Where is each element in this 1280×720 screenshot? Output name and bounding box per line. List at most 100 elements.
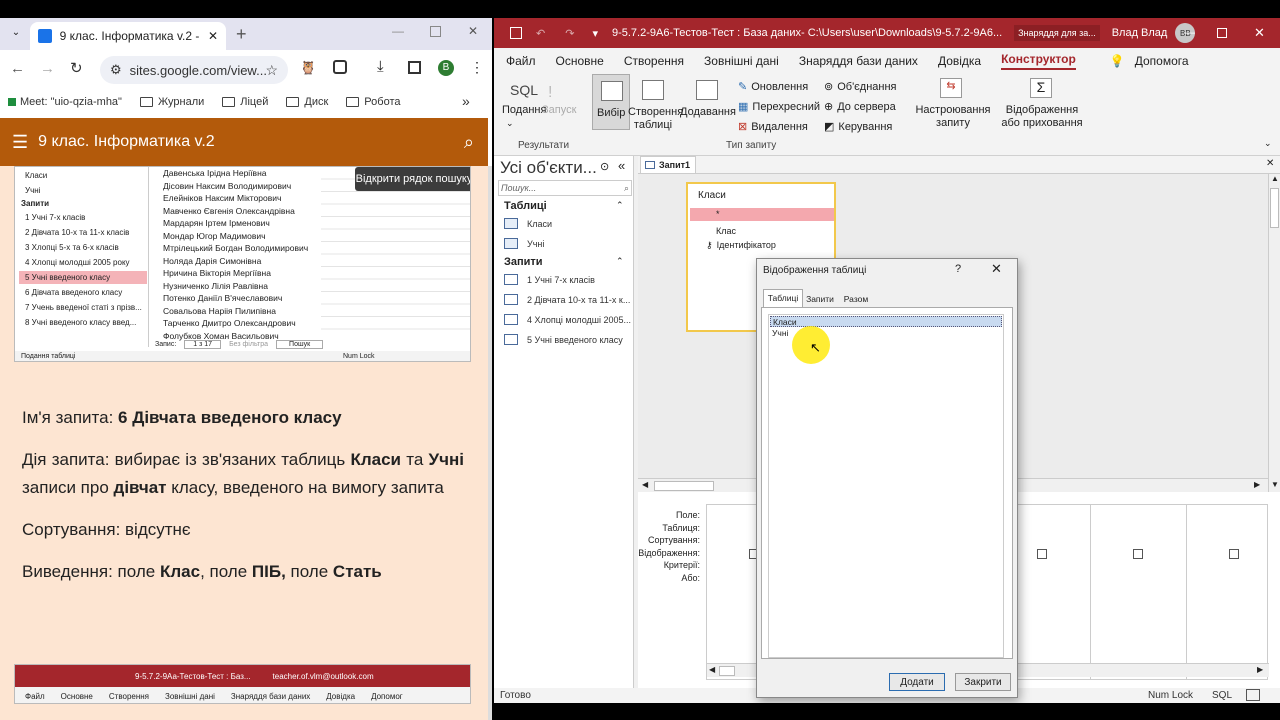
data-definition-button[interactable]: ◩ Керування (824, 120, 892, 134)
table-list-item[interactable]: Учні (772, 328, 788, 338)
union-button[interactable]: ⊚ Об'єднання (824, 80, 897, 94)
bookmark-folder[interactable]: Робота (346, 96, 400, 108)
hamburger-icon[interactable]: ☰ (12, 132, 28, 153)
crosstab-button[interactable]: ▦ Перехресний (738, 100, 820, 114)
collapse-ribbon-icon[interactable]: ⌄ (1264, 138, 1272, 149)
qat-dropdown-icon[interactable]: ▾ (592, 27, 598, 40)
tab-both[interactable]: Разом (839, 291, 873, 307)
select-button[interactable]: Вибір (592, 74, 630, 130)
scroll-left-icon[interactable]: ◀ (709, 665, 715, 674)
close-icon[interactable]: ✕ (1254, 25, 1265, 41)
minimize-icon[interactable]: — (392, 24, 404, 38)
view-dropdown-icon[interactable]: ⌄ (506, 118, 514, 129)
extension-owl-icon[interactable]: 🦉 (300, 60, 316, 76)
user-name[interactable]: Влад Влад (1112, 27, 1168, 39)
tab-help[interactable]: Довідка (938, 54, 981, 68)
nav-query-item[interactable]: 1 Учні 7-х класів (504, 274, 595, 285)
omnibox[interactable]: ⚙ sites.google.com/view... ☆ (100, 56, 288, 84)
make-table-button[interactable]: Створення таблиці (628, 74, 683, 131)
close-button[interactable]: Закрити (955, 673, 1011, 691)
scroll-thumb[interactable] (654, 481, 714, 491)
close-icon[interactable]: ✕ (468, 24, 478, 38)
append-button[interactable]: Додавання (680, 74, 736, 130)
show-checkbox[interactable] (1133, 549, 1143, 559)
minimize-icon[interactable]: — (1184, 27, 1195, 39)
collapse-queries-icon[interactable]: ⌃ (616, 256, 624, 267)
bookmark-meet[interactable]: Meet: "uio-qzia-mha" (8, 96, 122, 108)
nav-query-item[interactable]: 5 Учні введеного класу (504, 334, 623, 345)
collapse-nav-icon[interactable]: « (618, 158, 625, 173)
site-info-icon[interactable]: ⚙ (110, 62, 122, 78)
update-button[interactable]: ✎ Оновлення (738, 80, 808, 94)
dialog-close-icon[interactable]: ✕ (991, 261, 1002, 277)
queries-header[interactable]: Запити (504, 256, 543, 268)
tab-design[interactable]: Конструктор (1001, 52, 1076, 70)
scroll-down-icon[interactable]: ▼ (1271, 480, 1279, 489)
bookmark-folder[interactable]: Ліцей (222, 96, 268, 108)
page-scrollbar[interactable] (488, 166, 492, 720)
tables-header[interactable]: Таблиці (504, 200, 547, 212)
table-list-item-selected[interactable]: Класи (770, 316, 1002, 327)
field-klas[interactable]: Клас (716, 226, 736, 236)
maximize-icon[interactable] (1217, 28, 1227, 38)
search-icon[interactable]: ⌕ (464, 132, 474, 153)
tab-home[interactable]: Основне (556, 54, 604, 68)
nav-query-item[interactable]: 4 Хлопці молодші 2005... (504, 314, 631, 325)
bookmark-folder[interactable]: Журнали (139, 96, 204, 108)
run-button[interactable]: Запуск (542, 104, 576, 116)
nav-table-item[interactable]: Класи (504, 218, 552, 229)
field-all[interactable]: * (690, 208, 834, 221)
doc-tab-query1[interactable]: Запит1 (640, 156, 696, 174)
profile-avatar[interactable]: B (438, 60, 454, 76)
tab-dbtools[interactable]: Знаряддя бази даних (799, 54, 918, 68)
field-id[interactable]: ⚷ Ідентифікатор (706, 240, 776, 251)
nav-table-item[interactable]: Учні (504, 238, 544, 249)
tab-external[interactable]: Зовнішні дані (704, 54, 779, 68)
show-hide-group[interactable]: Σ Відображення або приховання (996, 74, 1088, 156)
collapse-tables-icon[interactable]: ⌃ (616, 200, 624, 211)
close-doc-icon[interactable]: ✕ (1266, 158, 1274, 169)
nav-menu-icon[interactable]: ⊙ (600, 160, 609, 173)
redo-icon[interactable]: ↷ (565, 27, 574, 40)
bookmark-star-icon[interactable]: ☆ (265, 62, 278, 79)
sql-view-icon[interactable]: SQL (510, 82, 538, 98)
status-sql-view[interactable]: SQL (1212, 690, 1232, 701)
new-tab-icon[interactable]: + (236, 24, 247, 45)
tab-queries[interactable]: Запити (803, 291, 837, 307)
extensions-icon[interactable] (333, 60, 347, 74)
show-checkbox[interactable] (1037, 549, 1047, 559)
bookmark-folder[interactable]: Диск (286, 96, 328, 108)
more-bookmarks-icon[interactable]: » (462, 93, 470, 109)
nav-query-item[interactable]: 2 Дівчата 10-х та 11-х к... (504, 294, 630, 305)
view-button[interactable]: Подання (502, 104, 546, 116)
nav-search-input[interactable]: Пошук... ⌕ (498, 180, 632, 196)
tab-create[interactable]: Створення (624, 54, 684, 68)
reload-icon[interactable]: ↻ (70, 59, 83, 77)
table-pane-vscroll[interactable]: ▲ ▼ (1268, 174, 1280, 492)
show-checkbox[interactable] (1229, 549, 1239, 559)
maximize-icon[interactable] (430, 26, 441, 37)
tab-close-icon[interactable]: ✕ (208, 29, 218, 43)
scroll-left-icon[interactable]: ◀ (642, 480, 648, 489)
scroll-thumb[interactable] (1270, 188, 1279, 228)
pass-through-button[interactable]: ⊕ До сервера (824, 100, 896, 114)
help-icon[interactable]: ? (955, 263, 961, 275)
tab-search-icon[interactable]: ⌄ (8, 27, 24, 43)
undo-icon[interactable]: ↶ (536, 27, 545, 40)
scroll-up-icon[interactable]: ▲ (1271, 174, 1279, 183)
sidepanel-icon[interactable] (408, 61, 421, 74)
menu-kebab-icon[interactable]: ⋮ (470, 59, 484, 76)
back-icon[interactable]: ← (10, 60, 25, 77)
scroll-thumb[interactable] (719, 666, 735, 676)
tab-tables[interactable]: Таблиці (763, 289, 803, 307)
design-view-icon[interactable] (1246, 689, 1260, 701)
browser-tab[interactable]: 9 клас. Інформатика v.2 - 5.7.2 ✕ (30, 22, 226, 50)
save-icon[interactable] (510, 27, 522, 39)
setup-group[interactable]: ⇆ Настроювання запиту (914, 74, 992, 156)
tell-me[interactable]: Допомога (1135, 54, 1189, 68)
search-icon[interactable]: ⌕ (624, 181, 629, 195)
delete-button[interactable]: ⊠ Видалення (738, 120, 808, 134)
scroll-right-icon[interactable]: ▶ (1254, 480, 1260, 489)
add-button[interactable]: Додати (889, 673, 945, 691)
site-title[interactable]: 9 клас. Інформатика v.2 (38, 133, 215, 151)
